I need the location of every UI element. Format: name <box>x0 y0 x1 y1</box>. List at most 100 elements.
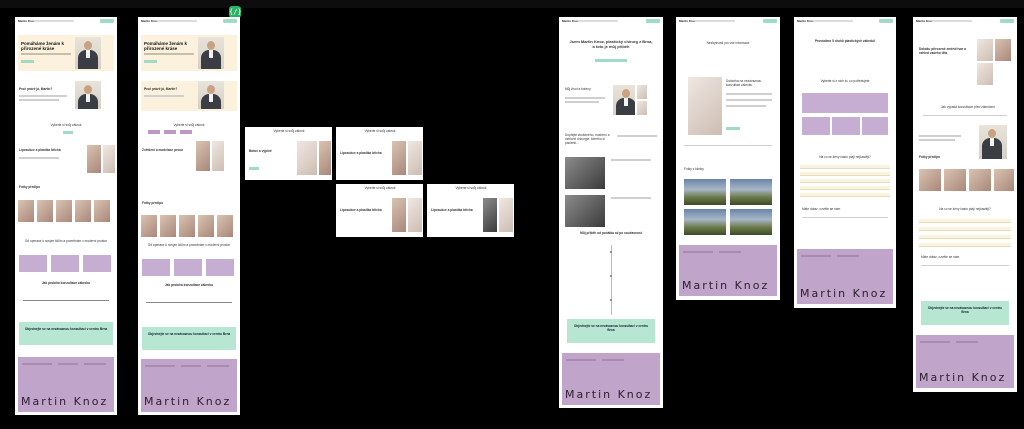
photos-title: Fotky z kliniky <box>684 167 704 171</box>
info-card[interactable] <box>83 255 111 272</box>
nav-bar: Martin Knoz <box>797 19 893 25</box>
faq-title: Na co se ženy často ptají nejčastěji? <box>939 207 991 211</box>
text-line <box>611 159 651 161</box>
service-title: Liposukce a plastika břicha <box>19 148 61 152</box>
doctor-portrait <box>198 37 224 69</box>
faq-item[interactable] <box>800 179 890 183</box>
card-head: Vyberte si svůj zákrok <box>455 186 487 190</box>
nav-links <box>578 20 618 22</box>
info-card[interactable] <box>142 259 170 276</box>
nav-cta-button[interactable] <box>100 19 114 23</box>
info-card[interactable] <box>19 255 47 272</box>
footer-brand: Martin Knoz <box>144 395 232 408</box>
faq-title: Na co se ženy často ptají nejčastěji? <box>819 155 871 159</box>
nav-cta-button[interactable] <box>879 19 893 23</box>
cta-banner[interactable]: Objednejte se na nezávaznou konzultaci v… <box>142 327 236 350</box>
category-tab[interactable] <box>164 130 176 134</box>
text-line <box>919 139 955 141</box>
frame-homepage-v1[interactable]: Martin Knoz Pomáháme ženám k přirozené k… <box>15 17 117 415</box>
before-after-photo <box>18 200 34 222</box>
footer-brand: Martin Knoz <box>565 388 653 401</box>
clinic-photo <box>684 179 726 205</box>
procedure-card[interactable] <box>802 93 888 113</box>
contact-field[interactable] <box>802 217 888 218</box>
nav-cta-button[interactable] <box>223 19 237 23</box>
faq-item[interactable] <box>800 186 890 190</box>
card-button[interactable] <box>249 167 259 170</box>
footer: Martin Knoz <box>797 249 893 304</box>
frame-service-card[interactable]: Vyberte si svůj zákrok Liposukce a plast… <box>336 184 423 237</box>
procedure-card[interactable] <box>862 117 888 135</box>
nav-cta-button[interactable] <box>646 19 660 23</box>
faq-item[interactable] <box>919 243 1011 247</box>
photos-title: Fotky před/po <box>19 185 41 189</box>
info-card[interactable] <box>174 259 202 276</box>
footer-brand: Martin Knoz <box>682 279 770 292</box>
hero-title: Pomáháme ženám k přirozené kráse <box>144 41 188 51</box>
nav-cta-button[interactable] <box>763 19 777 23</box>
frame-service-card[interactable]: Vyberte si svůj zákrok Liposukce a plast… <box>336 127 423 180</box>
before-after-photo <box>944 169 966 191</box>
cta-banner[interactable]: Objednejte se na nezávaznou konzultaci v… <box>19 322 113 345</box>
before-after-photo <box>75 200 91 222</box>
card-photo <box>483 198 497 232</box>
faq-item[interactable] <box>800 165 890 169</box>
nav-logo[interactable]: Martin Knoz <box>797 19 814 23</box>
frame-service-card[interactable]: Vyberte si svůj zákrok Liposukce a plast… <box>427 184 514 237</box>
frame-homepage-v2[interactable]: Martin Knoz Pomáháme ženám k přirozené k… <box>138 17 240 415</box>
contact-title: Máte dotaz, ozvěte se nám <box>802 207 841 211</box>
text-line <box>144 95 184 97</box>
nav-logo[interactable]: Martin Knoz <box>679 19 696 23</box>
nav-bar: Martin Knoz <box>18 19 114 25</box>
timeline-dot <box>610 275 612 277</box>
frame-procedures-page[interactable]: Martin Knoz Provádíme 5 druhů plastickýc… <box>794 17 896 308</box>
text-line <box>19 157 59 159</box>
timeline-dot <box>610 299 612 301</box>
procedure-card[interactable] <box>832 117 860 135</box>
doctor-photo <box>688 77 722 135</box>
category-tab[interactable] <box>148 130 160 134</box>
nav-logo[interactable]: Martin Knoz <box>562 19 579 23</box>
hero-cta-button[interactable] <box>21 60 34 63</box>
card-title: Liposukce a plastika břicha <box>340 208 382 212</box>
cta-banner[interactable]: Objednejte se na nezávaznou konzultaci v… <box>567 319 655 343</box>
section-title: Vyberte si svůj zákrok <box>173 123 205 127</box>
about-photo <box>637 85 647 99</box>
frame-info-page[interactable]: Martin Knoz Nezbytnosti pro vše informac… <box>676 17 780 300</box>
frame-about-page[interactable]: Martin Knoz Jsem Martin Knoz, plastický … <box>559 17 663 408</box>
faq-item[interactable] <box>800 193 890 197</box>
nav-logo[interactable]: Martin Knoz <box>916 19 933 23</box>
category-tab[interactable] <box>180 130 192 134</box>
footer: Martin Knoz <box>18 357 114 412</box>
section-button[interactable] <box>726 127 740 130</box>
faq-item[interactable] <box>919 227 1011 231</box>
nav-bar: Martin Knoz <box>141 19 237 25</box>
card-head: Vyberte si svůj zákrok <box>273 129 305 133</box>
story-title: Můj příběh od počátku až po současnost <box>580 231 642 235</box>
contact-field[interactable] <box>921 265 1009 266</box>
nav-logo[interactable]: Martin Knoz <box>141 19 158 23</box>
faq-item[interactable] <box>919 219 1011 223</box>
card-photo <box>392 141 406 175</box>
text-line <box>19 99 59 101</box>
hero-photo <box>995 39 1011 61</box>
text-line <box>565 101 599 103</box>
frame-service-card[interactable]: Vyberte si svůj zákrok Botox a výplně <box>245 127 332 180</box>
frame-consultation-page[interactable]: Martin Knoz Dokážu přirozeně změnit tvar… <box>913 17 1017 392</box>
nav-bar: Martin Knoz <box>562 19 660 25</box>
info-card[interactable] <box>51 255 79 272</box>
nav-logo[interactable]: Martin Knoz <box>18 19 35 23</box>
nav-cta-button[interactable] <box>1000 19 1014 23</box>
info-card[interactable] <box>206 259 234 276</box>
faq-item[interactable] <box>919 235 1011 239</box>
procedure-card[interactable] <box>802 117 830 135</box>
hero-cta-button[interactable] <box>144 60 157 63</box>
card-head: Vyberte si svůj zákrok <box>364 186 396 190</box>
section-title: Můj život a kořeny <box>565 87 591 91</box>
card-title: Liposukce a plastika břicha <box>340 151 382 155</box>
hero-button[interactable] <box>595 59 627 62</box>
section-title: Jak vypadá konzultace před zákrokem <box>940 105 996 109</box>
section-button[interactable] <box>63 131 73 134</box>
faq-item[interactable] <box>800 172 890 176</box>
cta-banner[interactable]: Objednejte se na nezávaznou konzultaci v… <box>921 301 1009 325</box>
